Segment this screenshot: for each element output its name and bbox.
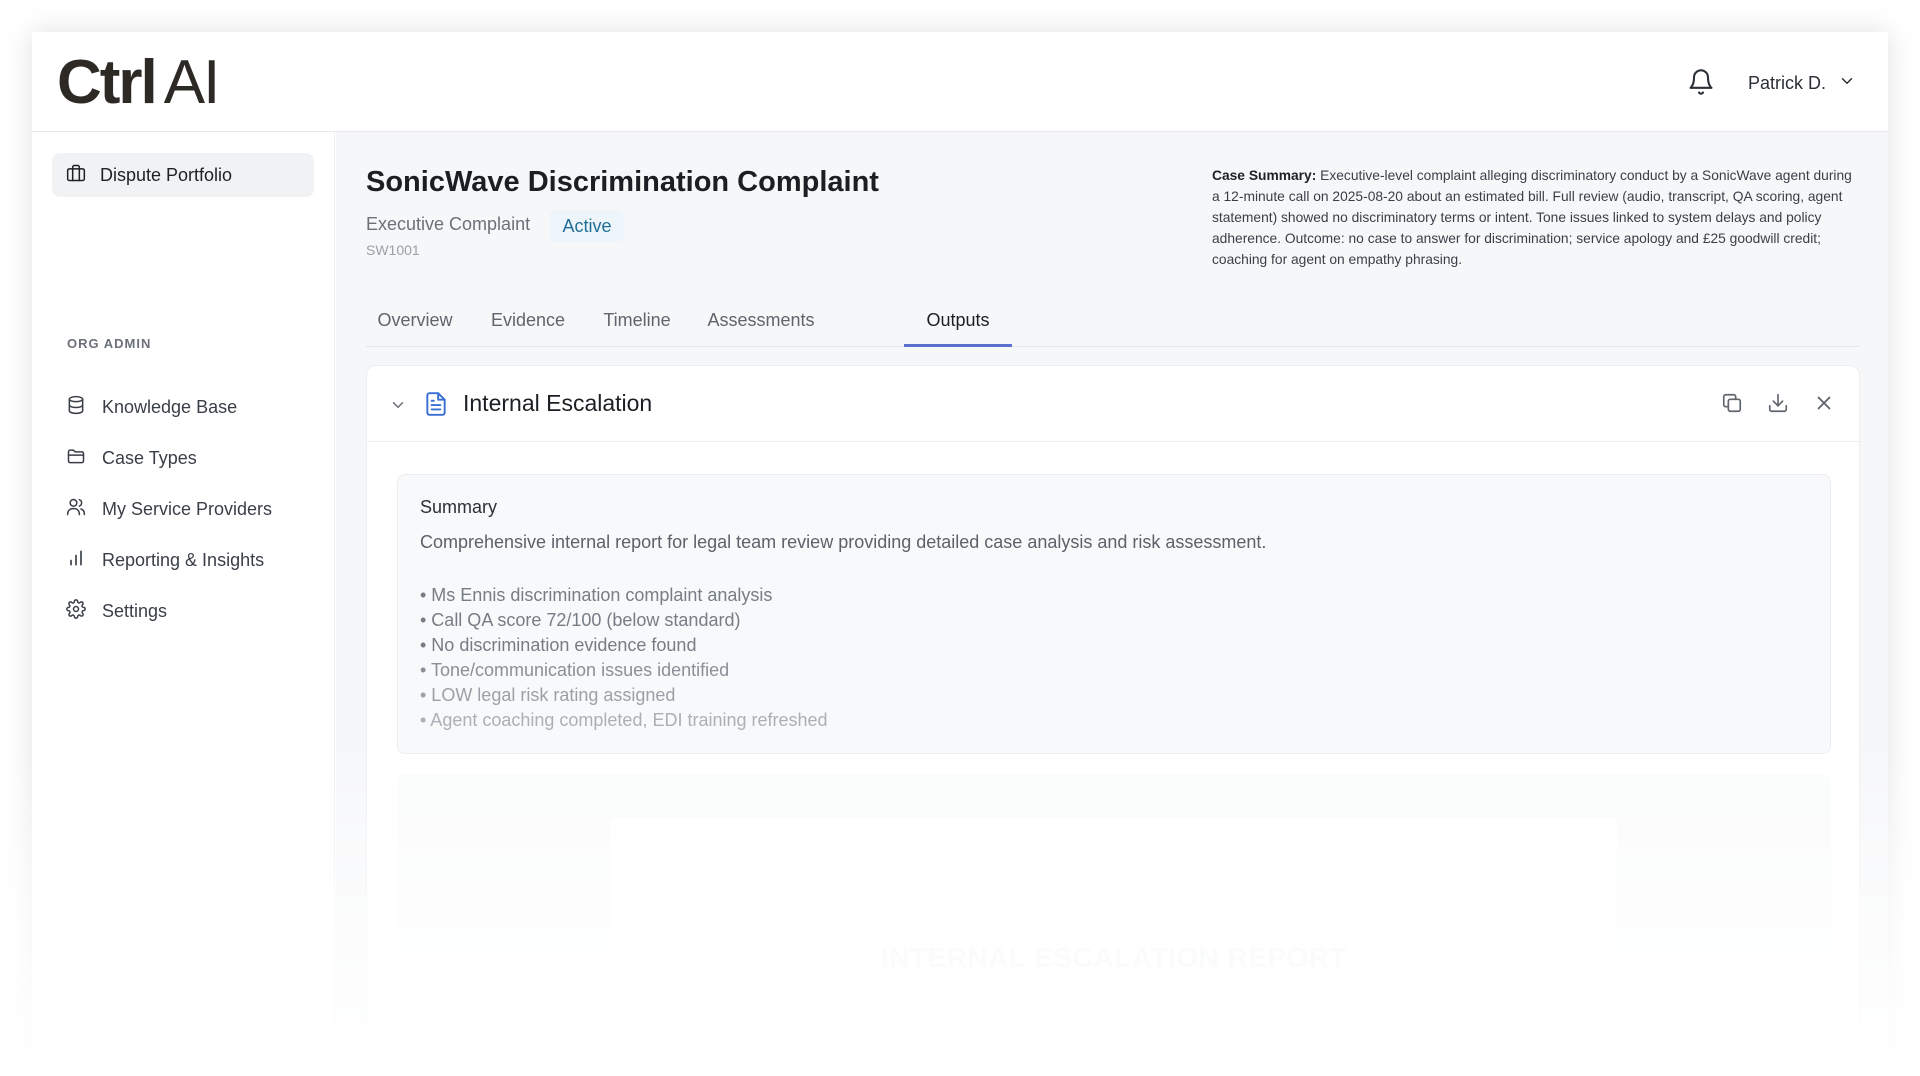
sidebar-item-label: My Service Providers — [102, 498, 273, 519]
summary-heading: Summary — [420, 497, 498, 517]
status-badge: Active — [550, 210, 624, 242]
copy-icon[interactable] — [1721, 392, 1745, 416]
database-icon — [66, 395, 86, 420]
sidebar-item-settings[interactable]: Settings — [66, 596, 306, 626]
top-bar: Ctrl AI Patrick D. — [32, 32, 1888, 132]
sidebar-section-label: ORG ADMIN — [67, 336, 152, 351]
briefcase-icon — [66, 163, 86, 188]
chevron-down-icon — [1838, 72, 1856, 95]
report-page: INTERNAL ESCALATION REPORT — [611, 818, 1617, 1076]
bar-chart-icon — [66, 548, 86, 573]
report-title: INTERNAL ESCALATION REPORT — [880, 942, 1348, 973]
tab-evidence[interactable]: Evidence — [478, 298, 578, 347]
sidebar: Dispute Portfolio ORG ADMIN Knowledge Ba… — [32, 132, 335, 1076]
sidebar-item-dispute-portfolio[interactable]: Dispute Portfolio — [52, 153, 314, 197]
bell-icon[interactable] — [1687, 68, 1715, 96]
folder-icon — [66, 446, 86, 471]
tab-assessments[interactable]: Assessments — [696, 298, 826, 347]
logo-bold-text: Ctrl — [57, 48, 158, 117]
document-icon — [423, 391, 449, 422]
users-icon — [66, 497, 86, 522]
list-item: • Agent coaching completed, EDI training… — [420, 710, 828, 730]
logo-light-text: AI — [163, 48, 221, 117]
case-id: SW1001 — [366, 242, 420, 258]
page-title: SonicWave Discrimination Complaint — [366, 166, 879, 198]
app-logo[interactable]: Ctrl AI — [57, 52, 220, 114]
tab-bar: Overview Evidence Timeline Assessments O… — [366, 298, 1860, 347]
summary-text: Comprehensive internal report for legal … — [420, 532, 1267, 552]
sidebar-item-label: Settings — [102, 600, 168, 621]
sidebar-item-reporting[interactable]: Reporting & Insights — [66, 545, 306, 575]
summary-card: Summary Comprehensive internal report fo… — [397, 474, 1831, 754]
list-item: • Tone/communication issues identified — [420, 660, 730, 680]
sidebar-item-knowledge-base[interactable]: Knowledge Base — [66, 392, 306, 422]
sidebar-item-label: Dispute Portfolio — [100, 164, 233, 185]
list-item: • Call QA score 72/100 (below standard) — [420, 610, 741, 630]
close-icon[interactable] — [1813, 392, 1837, 416]
output-panel: Internal Escalation Summary Comprehensiv… — [366, 365, 1860, 1076]
main-content: SonicWave Discrimination Complaint Execu… — [336, 132, 1888, 1076]
list-item: • Ms Ennis discrimination complaint anal… — [420, 585, 773, 605]
sidebar-item-label: Reporting & Insights — [102, 549, 265, 570]
sidebar-item-service-providers[interactable]: My Service Providers — [66, 494, 306, 524]
sidebar-item-case-types[interactable]: Case Types — [66, 443, 306, 473]
list-item: • LOW legal risk rating assigned — [420, 685, 676, 705]
list-item: • No discrimination evidence found — [420, 635, 697, 655]
case-type: Executive Complaint — [366, 214, 531, 234]
gear-icon — [66, 598, 86, 624]
output-panel-header: Internal Escalation — [367, 366, 1859, 442]
tab-overview[interactable]: Overview — [366, 298, 464, 347]
sidebar-item-label: Knowledge Base — [102, 396, 238, 417]
download-icon[interactable] — [1767, 392, 1791, 416]
sidebar-item-label: Case Types — [102, 447, 197, 468]
case-summary-label: Case Summary: — [1212, 168, 1317, 183]
report-preview[interactable]: INTERNAL ESCALATION REPORT — [397, 774, 1831, 1076]
tab-timeline[interactable]: Timeline — [592, 298, 682, 347]
user-name: Patrick D. — [1748, 72, 1827, 93]
tab-outputs[interactable]: Outputs — [904, 298, 1012, 347]
summary-bullet-list: • Ms Ennis discrimination complaint anal… — [420, 583, 828, 733]
chevron-down-icon[interactable] — [389, 396, 407, 419]
user-menu[interactable]: Patrick D. — [1748, 68, 1856, 98]
case-summary: Case Summary: Executive-level complaint … — [1212, 165, 1862, 270]
output-title: Internal Escalation — [463, 390, 653, 416]
app-window: CtrlAI Patrick D. Dispute Portfolio ORG — [32, 32, 1888, 1076]
